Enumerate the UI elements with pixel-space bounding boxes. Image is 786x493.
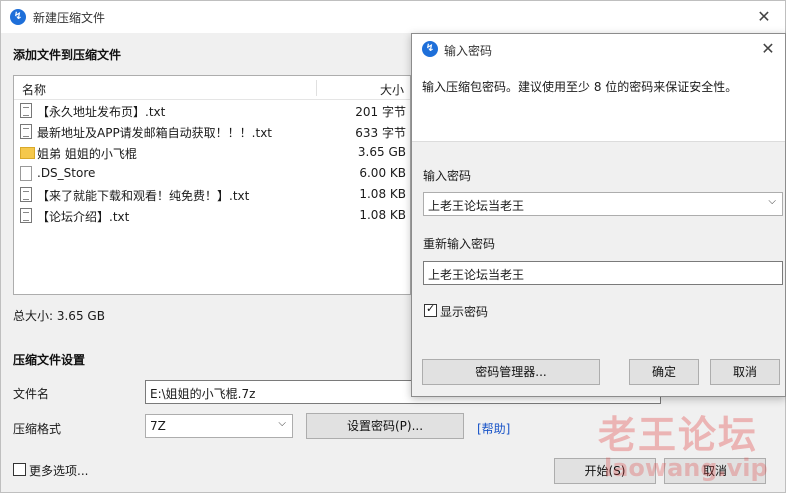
- dialog-message: 输入压缩包密码。建议使用至少 8 位的密码来保证安全性。: [422, 80, 738, 94]
- watermark-text: 老王论坛: [598, 413, 759, 457]
- bandizip-app-icon: ↯: [10, 9, 26, 25]
- set-password-button[interactable]: 设置密码(P)...: [306, 413, 464, 439]
- file-size: 6.00 KB: [359, 166, 406, 180]
- file-name: .DS_Store: [37, 166, 96, 180]
- add-files-section-title: 添加文件到压缩文件: [13, 48, 122, 62]
- list-item[interactable]: .DS_Store 6.00 KB: [14, 163, 410, 184]
- format-label: 压缩格式: [13, 422, 62, 436]
- format-select[interactable]: 7Z ⌵: [145, 414, 293, 438]
- window-title: 新建压缩文件: [33, 11, 106, 25]
- reenter-password-label: 重新输入密码: [423, 237, 496, 251]
- more-options-label[interactable]: 更多选项...: [29, 462, 88, 479]
- text-file-icon: [20, 103, 32, 118]
- column-header-size[interactable]: 大小: [380, 81, 404, 98]
- ok-button[interactable]: 确定: [629, 359, 699, 385]
- list-item[interactable]: 【来了就能下载和观看！纯免费！】.txt 1.08 KB: [14, 184, 410, 205]
- folder-icon: [20, 147, 35, 159]
- list-item[interactable]: 【永久地址发布页】.txt 201 字节: [14, 100, 410, 121]
- text-file-icon: [20, 208, 32, 223]
- close-window-button[interactable]: ✕: [751, 4, 777, 30]
- file-name: 【永久地址发布页】.txt: [37, 105, 166, 119]
- file-size: 1.08 KB: [359, 187, 406, 201]
- watermark-url: laowang.vip: [604, 454, 768, 482]
- file-rows: 【永久地址发布页】.txt 201 字节 最新地址及APP请发邮箱自动获取！！！…: [14, 100, 410, 226]
- list-item[interactable]: 最新地址及APP请发邮箱自动获取！！！.txt 633 字节: [14, 121, 410, 142]
- filename-label: 文件名: [13, 387, 50, 401]
- chevron-down-icon[interactable]: ⌵: [768, 196, 776, 207]
- list-item[interactable]: 【论坛介绍】.txt 1.08 KB: [14, 205, 410, 226]
- file-size: 3.65 GB: [357, 145, 406, 159]
- list-item[interactable]: 姐弟 姐姐的小飞棍 3.65 GB: [14, 142, 410, 163]
- show-password-checkbox[interactable]: [424, 302, 437, 317]
- help-link[interactable]: [帮助]: [477, 420, 510, 437]
- text-file-icon: [20, 124, 32, 139]
- file-name: 【来了就能下载和观看！纯免费！】.txt: [37, 189, 250, 203]
- file-name: 姐弟 姐姐的小飞棍: [37, 147, 137, 161]
- file-list[interactable]: 名称 大小 【永久地址发布页】.txt 201 字节 最新地址及APP请发邮箱自…: [13, 75, 411, 295]
- file-name: 【论坛介绍】.txt: [37, 210, 130, 224]
- password-dialog: ↯ 输入密码 ✕ 输入压缩包密码。建议使用至少 8 位的密码来保证安全性。 输入…: [411, 33, 786, 397]
- dialog-message-area: 输入压缩包密码。建议使用至少 8 位的密码来保证安全性。: [412, 64, 785, 142]
- dialog-cancel-button[interactable]: 取消: [710, 359, 780, 385]
- file-name: 最新地址及APP请发邮箱自动获取！！！.txt: [37, 126, 273, 140]
- file-size: 201 字节: [355, 105, 406, 119]
- total-size: 总大小: 3.65 GB: [13, 309, 105, 323]
- main-titlebar[interactable]: ↯ 新建压缩文件 ✕: [1, 1, 785, 33]
- column-separator[interactable]: [316, 80, 317, 96]
- format-selected-value: 7Z: [150, 419, 166, 433]
- settings-section-title: 压缩文件设置: [13, 353, 86, 367]
- enter-password-label: 输入密码: [423, 169, 472, 183]
- dialog-title: 输入密码: [444, 44, 493, 58]
- file-size: 1.08 KB: [359, 208, 406, 222]
- blank-file-icon: [20, 166, 32, 181]
- more-options-checkbox[interactable]: [13, 463, 26, 476]
- chevron-down-icon: ⌵: [278, 418, 286, 429]
- show-password-label[interactable]: 显示密码: [440, 303, 488, 320]
- dialog-titlebar[interactable]: ↯ 输入密码 ✕: [412, 34, 785, 64]
- bandizip-app-icon: ↯: [422, 41, 438, 57]
- text-file-icon: [20, 187, 32, 202]
- close-dialog-button[interactable]: ✕: [755, 36, 781, 62]
- file-size: 633 字节: [355, 126, 406, 140]
- reenter-password-input[interactable]: 上老王论坛当老王: [423, 261, 783, 285]
- password-input[interactable]: 上老王论坛当老王 ⌵: [423, 192, 783, 216]
- password-value: 上老王论坛当老王: [428, 199, 525, 213]
- password-manager-button[interactable]: 密码管理器...: [422, 359, 600, 385]
- column-header-name[interactable]: 名称: [22, 81, 46, 98]
- list-header: 名称 大小: [14, 76, 410, 100]
